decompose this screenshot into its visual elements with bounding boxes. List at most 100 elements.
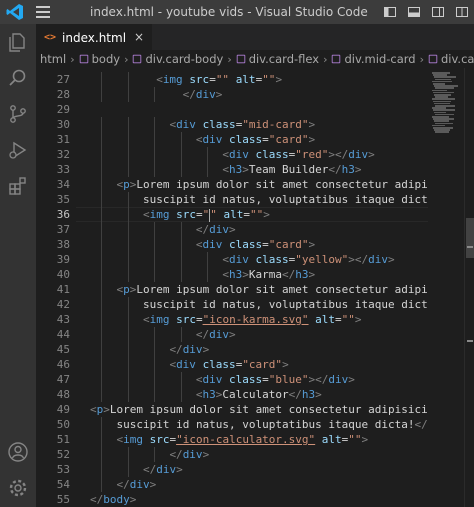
menu-icon[interactable] [36,6,50,18]
toggle-sidebar-icon[interactable] [378,0,402,24]
indent-guide [180,267,182,282]
line-number: 44 [56,328,70,341]
code-line[interactable]: 27 <img src="" alt=""> [36,72,428,87]
code-line[interactable]: 44 </div> [36,327,428,342]
code-token: body [103,493,130,506]
code-editor[interactable]: 27 <img src="" alt=""> 28 </div> 29 30 <div cl… [36,68,428,507]
code-line[interactable]: 49 <p>Lorem ipsum dolor sit amet consecte… [36,402,428,417]
code-content: <img src="" alt=""> [156,72,282,87]
code-line[interactable]: 54 </div> [36,477,428,492]
code-token: </ [195,328,210,341]
code-token: > [202,343,210,356]
code-line[interactable]: 32 <div class="red"></div> [36,147,428,162]
search-icon[interactable] [6,66,30,90]
tab-index-html[interactable]: <> index.html × [36,24,152,50]
code-token: > [176,463,183,476]
code-line[interactable]: 46 <div class="card"> [36,357,428,372]
code-token: = [262,238,269,251]
code-line[interactable]: 38 <div class="card"> [36,237,428,252]
account-icon[interactable] [6,440,30,464]
source-control-icon[interactable] [6,102,30,126]
line-number: 43 [56,313,70,326]
line-number: 53 [56,463,70,476]
code-line[interactable]: 34 <p>Lorem ipsum dolor sit amet consecte… [36,177,428,192]
code-token: < [195,133,203,146]
run-debug-icon[interactable] [6,138,30,162]
breadcrumb-item[interactable]: div.card-body [132,52,223,66]
code-token: > [348,373,355,386]
code-token: > [361,433,369,446]
code-line[interactable]: 28 </div> [36,87,428,102]
code-line[interactable]: 35 suscipit id natus, voluptatibus itaque… [36,192,428,207]
breadcrumb-item[interactable]: div.mid-card [331,52,416,66]
code-token: = [335,313,342,326]
code-token: > [275,73,283,86]
close-icon[interactable]: × [134,30,144,44]
code-line[interactable]: 33 <h3>Team Builder</h3> [36,162,428,177]
indent-guide [127,192,129,207]
code-line[interactable]: 40 <h3>Karma</h3> [36,267,428,282]
code-line[interactable]: 45 </div> [36,342,428,357]
indent-guide [101,357,103,372]
indent-guide [154,387,156,402]
code-line[interactable]: 39 <div class="yellow"></div> [36,252,428,267]
code-line[interactable]: 36 <img src="" alt=""> [36,207,428,222]
code-content: <p>Lorem ipsum dolor sit amet consectetu… [116,177,428,192]
code-token: img [162,73,183,86]
code-token: alt [315,313,336,326]
code-content: suscipit id natus, voluptatibus itaque d… [143,192,428,207]
line-number: 32 [56,148,70,161]
scrollbar-thumb[interactable] [466,218,474,258]
code-token: img [149,313,170,326]
code-token: </ [195,223,210,236]
toggle-panel-icon[interactable] [402,0,426,24]
code-line[interactable]: 52 </div> [36,447,428,462]
vertical-scrollbar[interactable] [464,68,474,507]
minimap[interactable] [428,68,464,507]
extensions-icon[interactable] [6,174,30,198]
code-line[interactable]: 55 </body> [36,492,428,507]
code-line[interactable]: 37 </div> [36,222,428,237]
breadcrumb-item[interactable]: div.card [428,52,474,66]
explorer-icon[interactable] [6,30,30,54]
code-token: div [229,253,249,266]
indent-guide [101,372,103,387]
code-token: " [210,208,217,221]
code-line[interactable]: 29 [36,102,428,117]
code-content: </div> [169,342,209,357]
activity-bar [0,24,36,507]
indent-guide [180,132,182,147]
code-content: </div> [169,447,209,462]
settings-gear-icon[interactable] [6,476,30,500]
code-line[interactable]: 42 suscipit id natus, voluptatibus itaque… [36,297,428,312]
code-token: ></ [348,253,369,266]
code-token: > [215,88,223,101]
code-line[interactable]: 53 </div> [36,462,428,477]
customize-layout-icon[interactable] [450,0,474,24]
window-controls [378,0,474,24]
scrollbar-marker [467,246,473,248]
code-line[interactable]: 47 <div class="blue"></div> [36,372,428,387]
code-line[interactable]: 48 <h3>Calculator</h3> [36,387,428,402]
code-token: > [229,328,236,341]
breadcrumb-item[interactable]: html [40,52,66,66]
line-number: 27 [56,73,70,86]
code-line[interactable]: 43 <img src="icon-karma.svg" alt=""> [36,312,428,327]
code-line[interactable]: 51 <img src="icon-calculator.svg" alt=""> [36,432,428,447]
code-token: > [315,388,322,401]
code-token: "card" [242,358,283,371]
code-content: <div class="card"> [196,237,315,252]
code-token: src [176,313,196,326]
toggle-secondary-sidebar-icon[interactable] [426,0,450,24]
code-line[interactable]: 50 suscipit id natus, voluptatibus itaque… [36,417,428,432]
code-token: < [142,313,150,326]
code-token: div [209,328,230,341]
code-line[interactable]: 30 <div class="mid-card"> [36,117,428,132]
breadcrumb-item[interactable]: body [79,52,120,66]
breadcrumb-item[interactable]: div.card-flex [236,52,319,66]
code-line[interactable]: 41 <p>Lorem ipsum dolor sit amet consecte… [36,282,428,297]
code-line[interactable]: 31 <div class="card"> [36,132,428,147]
line-number: 34 [56,178,70,191]
